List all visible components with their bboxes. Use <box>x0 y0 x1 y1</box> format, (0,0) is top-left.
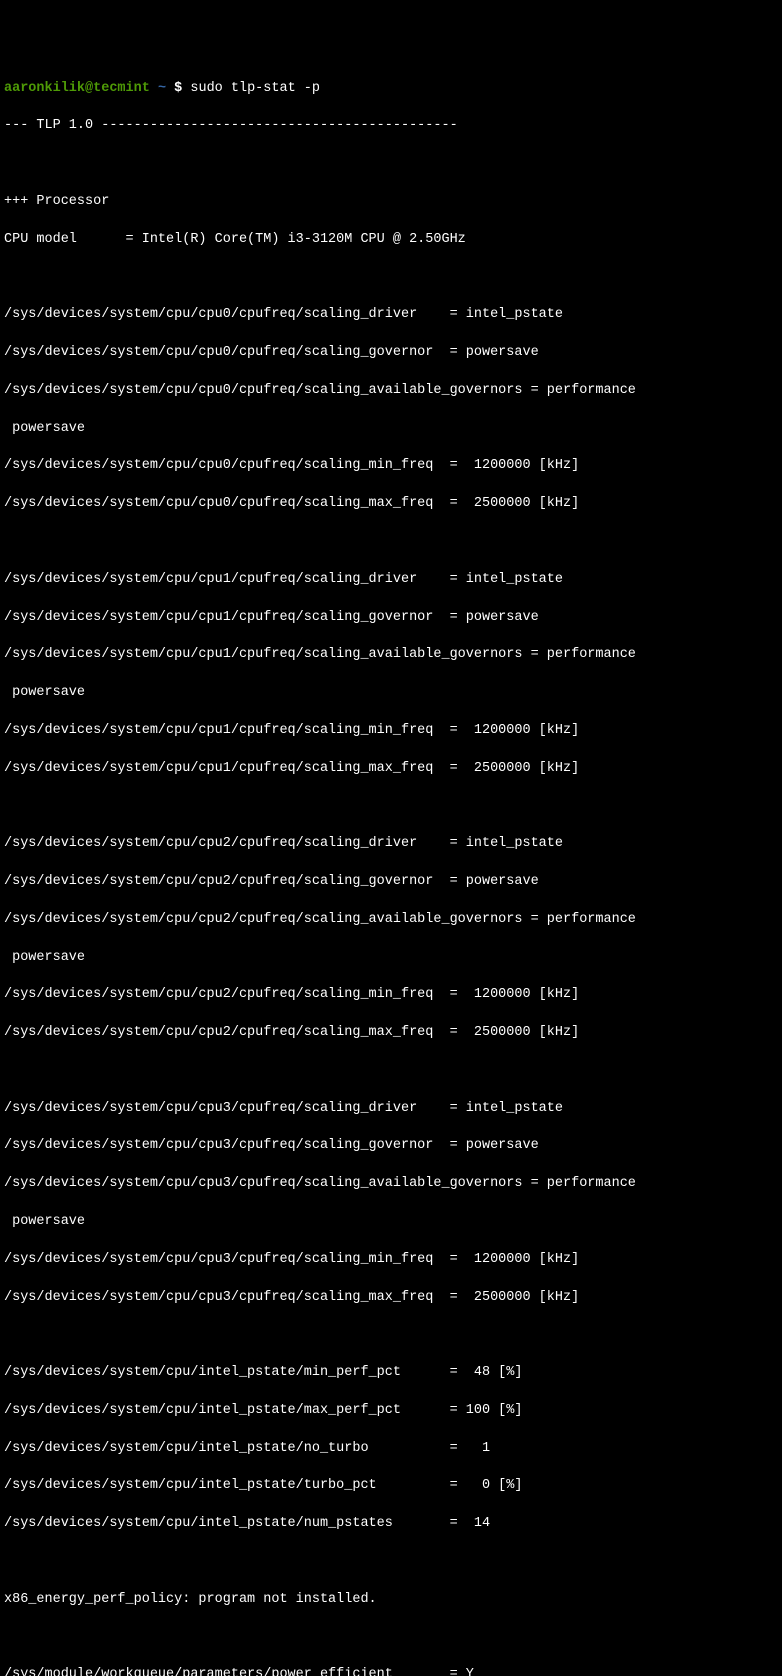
pstate-no-turbo: /sys/devices/system/cpu/intel_pstate/no_… <box>4 1440 778 1459</box>
pstate-min-pct: /sys/devices/system/cpu/intel_pstate/min… <box>4 1364 778 1383</box>
cpu1-max-freq: /sys/devices/system/cpu/cpu1/cpufreq/sca… <box>4 760 778 779</box>
prompt-symbol: $ <box>174 81 182 96</box>
cpu3-avail-governors: /sys/devices/system/cpu/cpu3/cpufreq/sca… <box>4 1175 778 1194</box>
cpu2-max-freq: /sys/devices/system/cpu/cpu2/cpufreq/sca… <box>4 1024 778 1043</box>
cpu1-driver: /sys/devices/system/cpu/cpu1/cpufreq/sca… <box>4 571 778 590</box>
pstate-num-pstates: /sys/devices/system/cpu/intel_pstate/num… <box>4 1515 778 1534</box>
command-text: sudo tlp-stat -p <box>190 81 320 96</box>
x86-energy-policy: x86_energy_perf_policy: program not inst… <box>4 1591 778 1610</box>
cpu2-min-freq: /sys/devices/system/cpu/cpu2/cpufreq/sca… <box>4 986 778 1005</box>
pstate-turbo-pct: /sys/devices/system/cpu/intel_pstate/tur… <box>4 1477 778 1496</box>
blank-line <box>4 155 778 174</box>
prompt-path: ~ <box>158 81 166 96</box>
workqueue-power-efficient: /sys/module/workqueue/parameters/power_e… <box>4 1666 778 1676</box>
blank-line <box>4 797 778 816</box>
pstate-max-pct: /sys/devices/system/cpu/intel_pstate/max… <box>4 1402 778 1421</box>
cpu1-avail-governors: /sys/devices/system/cpu/cpu1/cpufreq/sca… <box>4 646 778 665</box>
prompt-line[interactable]: aaronkilik@tecmint ~ $ sudo tlp-stat -p <box>4 80 778 99</box>
cpu-model-line: CPU model = Intel(R) Core(TM) i3-3120M C… <box>4 231 778 250</box>
blank-line <box>4 1629 778 1648</box>
cpu2-avail-governors-wrap: powersave <box>4 949 778 968</box>
cpu0-max-freq: /sys/devices/system/cpu/cpu0/cpufreq/sca… <box>4 495 778 514</box>
cpu2-avail-governors: /sys/devices/system/cpu/cpu2/cpufreq/sca… <box>4 911 778 930</box>
cpu2-driver: /sys/devices/system/cpu/cpu2/cpufreq/sca… <box>4 835 778 854</box>
blank-line <box>4 1553 778 1572</box>
cpu2-governor: /sys/devices/system/cpu/cpu2/cpufreq/sca… <box>4 873 778 892</box>
tlp-version-line: --- TLP 1.0 ----------------------------… <box>4 117 778 136</box>
cpu0-governor: /sys/devices/system/cpu/cpu0/cpufreq/sca… <box>4 344 778 363</box>
cpu0-avail-governors: /sys/devices/system/cpu/cpu0/cpufreq/sca… <box>4 382 778 401</box>
prompt-user-host: aaronkilik@tecmint <box>4 81 150 96</box>
cpu3-max-freq: /sys/devices/system/cpu/cpu3/cpufreq/sca… <box>4 1289 778 1308</box>
cpu3-min-freq: /sys/devices/system/cpu/cpu3/cpufreq/sca… <box>4 1251 778 1270</box>
cpu0-driver: /sys/devices/system/cpu/cpu0/cpufreq/sca… <box>4 306 778 325</box>
blank-line <box>4 268 778 287</box>
cpu0-avail-governors-wrap: powersave <box>4 420 778 439</box>
processor-header: +++ Processor <box>4 193 778 212</box>
cpu3-governor: /sys/devices/system/cpu/cpu3/cpufreq/sca… <box>4 1137 778 1156</box>
cpu1-avail-governors-wrap: powersave <box>4 684 778 703</box>
blank-line <box>4 533 778 552</box>
terminal-output[interactable]: aaronkilik@tecmint ~ $ sudo tlp-stat -p … <box>4 80 778 1676</box>
blank-line <box>4 1326 778 1345</box>
cpu3-driver: /sys/devices/system/cpu/cpu3/cpufreq/sca… <box>4 1100 778 1119</box>
blank-line <box>4 1062 778 1081</box>
cpu1-governor: /sys/devices/system/cpu/cpu1/cpufreq/sca… <box>4 609 778 628</box>
cpu3-avail-governors-wrap: powersave <box>4 1213 778 1232</box>
cpu0-min-freq: /sys/devices/system/cpu/cpu0/cpufreq/sca… <box>4 457 778 476</box>
cpu1-min-freq: /sys/devices/system/cpu/cpu1/cpufreq/sca… <box>4 722 778 741</box>
